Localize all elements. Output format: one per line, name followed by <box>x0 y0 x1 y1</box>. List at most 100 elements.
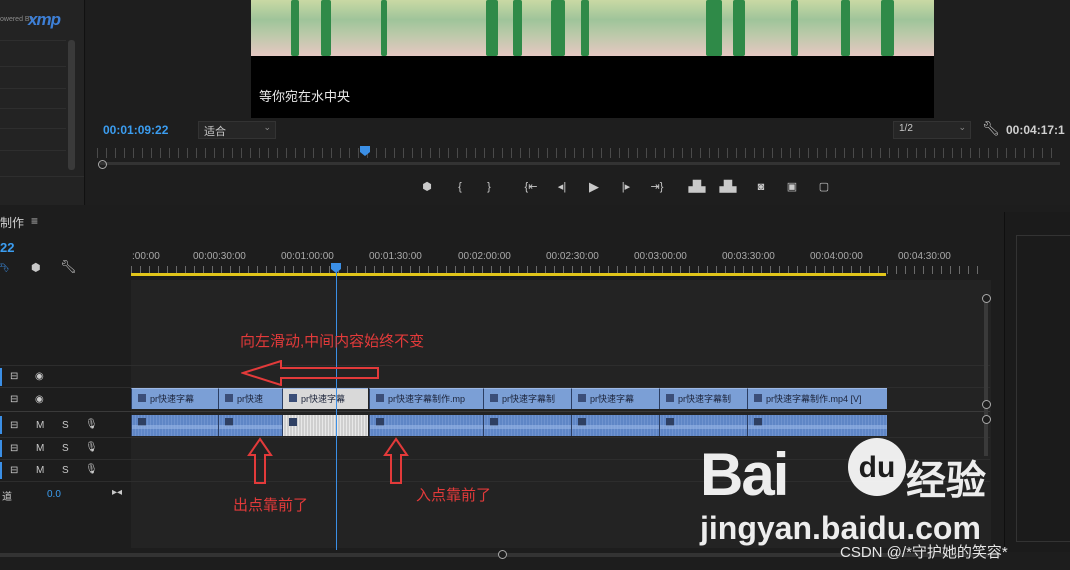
clip-label: pr快速字幕制作.mp4 [V] <box>766 394 862 404</box>
sync-lock-icon[interactable]: ⊟ <box>10 394 18 405</box>
work-area-bar[interactable] <box>131 273 886 276</box>
chevron-down-icon: ⌄ <box>958 122 966 132</box>
camera-icon[interactable]: ◙ <box>752 180 770 194</box>
video-clip-selected[interactable]: pr快速字幕 <box>282 388 368 409</box>
panel-row <box>0 88 66 89</box>
comparison-icon[interactable]: ▣ <box>783 180 801 194</box>
go-to-in-icon[interactable]: {⇤ <box>522 180 540 194</box>
track-divider <box>0 437 990 438</box>
audio-waveform <box>132 425 218 429</box>
timeline-settings-icon[interactable]: 🔧︎ <box>60 259 77 275</box>
sync-lock-icon[interactable]: ⊟ <box>10 443 18 454</box>
scroll-handle[interactable] <box>498 550 507 559</box>
scroll-handle[interactable] <box>982 400 991 409</box>
annotation-in-point: 入点靠前了 <box>416 487 492 504</box>
marker-icon[interactable]: ⬢ <box>418 180 436 194</box>
audio-clip[interactable] <box>659 415 747 436</box>
audio-clip[interactable] <box>218 415 282 436</box>
track-target-indicator[interactable] <box>0 416 2 434</box>
bamboo-stalk <box>321 0 331 56</box>
mark-out-icon[interactable]: } <box>480 180 498 194</box>
track-target-indicator[interactable] <box>0 440 2 457</box>
annotation-slide-note: 向左滑动,中间内容始终不变 <box>240 333 425 350</box>
audio-clip-selected[interactable] <box>282 415 368 436</box>
vertical-scrollbar[interactable] <box>984 296 988 456</box>
ruler-tick-label: 00:04:00:00 <box>810 251 863 262</box>
sync-lock-icon[interactable]: ⊟ <box>10 371 18 382</box>
bamboo-stalk <box>381 0 387 56</box>
audio-clip[interactable] <box>571 415 659 436</box>
step-back-icon[interactable]: ◂| <box>553 180 571 194</box>
fx-badge-icon <box>225 394 233 402</box>
panel-row <box>0 108 66 109</box>
play-icon[interactable]: ▶ <box>585 180 603 194</box>
track-target-indicator[interactable] <box>0 368 2 386</box>
add-marker-icon[interactable]: ⬢ <box>31 261 41 274</box>
scroll-handle[interactable] <box>982 294 991 303</box>
csdn-credit: CSDN @/*守护她的笑容* <box>840 544 1008 561</box>
extract-icon[interactable]: ▟▙ <box>719 180 737 194</box>
video-clip[interactable]: pr快速字幕制 <box>483 388 571 409</box>
bamboo-stalk <box>581 0 589 56</box>
fit-dropdown[interactable]: 适合 ⌄ <box>198 121 276 139</box>
fx-badge-icon <box>138 394 146 402</box>
step-forward-icon[interactable]: |▸ <box>617 180 635 194</box>
fx-badge-icon <box>578 394 586 402</box>
baidu-paw-logo: du <box>848 438 906 496</box>
video-clip[interactable]: pr快速 <box>218 388 282 409</box>
video-clip[interactable]: pr快速字幕制作.mp <box>369 388 483 409</box>
bamboo-stalk <box>706 0 722 56</box>
mute-button[interactable]: M <box>36 443 44 454</box>
fit-value: 适合 <box>204 126 226 138</box>
left-arrow-annotation <box>241 360 379 386</box>
sequence-tab[interactable]: 制作 <box>0 214 24 231</box>
sync-lock-icon[interactable]: ⊟ <box>10 465 18 476</box>
safe-margins-icon[interactable]: ▢ <box>815 180 833 194</box>
clip-label: pr快速字幕 <box>590 394 635 404</box>
master-volume-value[interactable]: 0.0 <box>47 489 61 500</box>
mute-button[interactable]: M <box>36 465 44 476</box>
monitor-time-ruler[interactable] <box>97 148 1057 158</box>
settings-wrench-icon[interactable]: 🔧︎ <box>982 120 1000 137</box>
current-timecode[interactable]: 00:01:09:22 <box>103 123 168 137</box>
microphone-icon[interactable]: 🎙︎ <box>85 442 98 453</box>
video-clip[interactable]: pr快速字幕 <box>571 388 659 409</box>
audio-clip[interactable] <box>369 415 483 436</box>
resolution-dropdown[interactable]: 1/2 ⌄ <box>893 121 971 139</box>
solo-button[interactable]: S <box>62 465 69 476</box>
panel-row <box>0 128 66 129</box>
eye-icon[interactable]: ◉ <box>35 371 44 382</box>
snap-icon[interactable]: ⮷ <box>0 261 10 276</box>
bamboo-stalk <box>791 0 798 56</box>
sync-lock-icon[interactable]: ⊟ <box>10 420 18 431</box>
metadata-panel: owered By xmp <box>0 0 85 205</box>
go-to-out-icon[interactable]: ⇥} <box>648 180 666 194</box>
mute-button[interactable]: M <box>36 420 44 431</box>
solo-button[interactable]: S <box>62 420 69 431</box>
zoom-handle[interactable] <box>98 160 107 169</box>
scroll-handle[interactable] <box>982 415 991 424</box>
track-target-indicator[interactable] <box>0 462 2 479</box>
panel-row <box>0 176 84 177</box>
microphone-icon[interactable]: 🎙︎ <box>85 464 98 475</box>
go-to-end-icon[interactable]: ▸◂ <box>112 487 122 498</box>
audio-clip[interactable] <box>131 415 218 436</box>
video-clip[interactable]: pr快速字幕制 <box>659 388 747 409</box>
solo-button[interactable]: S <box>62 443 69 454</box>
panel-scrollbar[interactable] <box>68 40 75 170</box>
audio-clip[interactable] <box>483 415 571 436</box>
video-clip[interactable]: pr快速字幕 <box>131 388 218 409</box>
sequence-timecode[interactable]: 22 <box>0 240 14 255</box>
up-arrow-annotation <box>247 437 273 484</box>
microphone-icon[interactable]: 🎙︎ <box>85 419 98 430</box>
panel-menu-icon[interactable]: ≡ <box>31 214 38 228</box>
baidu-watermark: Bai <box>700 441 789 508</box>
monitor-zoom-bar[interactable] <box>100 162 1060 165</box>
ruler-tick-label: 00:02:00:00 <box>458 251 511 262</box>
audio-waveform <box>484 425 571 429</box>
audio-clip[interactable] <box>747 415 887 436</box>
lift-icon[interactable]: ▟▙ <box>688 180 706 194</box>
video-clip[interactable]: pr快速字幕制作.mp4 [V] <box>747 388 887 409</box>
mark-in-icon[interactable]: { <box>451 180 469 194</box>
eye-icon[interactable]: ◉ <box>35 394 44 405</box>
